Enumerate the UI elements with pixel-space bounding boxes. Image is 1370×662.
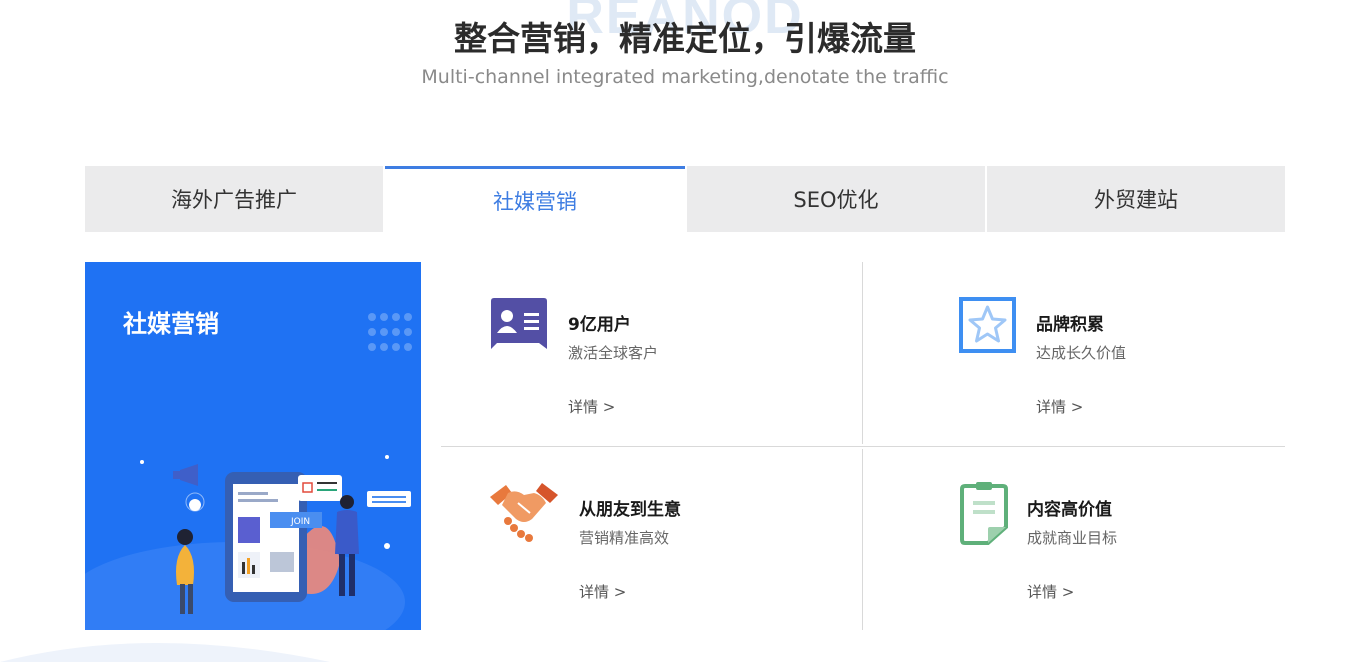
feature-details-link-content[interactable]: 详情 > bbox=[1027, 581, 1074, 602]
feature-title-brand: 品牌积累 bbox=[1036, 315, 1104, 335]
tab-overseas-ads[interactable]: 海外广告推广 bbox=[85, 166, 383, 232]
feature-title-content: 内容高价值 bbox=[1027, 500, 1112, 520]
social-media-illustration: JOIN bbox=[85, 455, 411, 630]
page-title: 整合营销，精准定位，引爆流量 bbox=[454, 19, 916, 58]
grid-divider-horizontal bbox=[441, 446, 1285, 447]
join-label: JOIN bbox=[290, 517, 310, 527]
feature-desc-content: 成就商业目标 bbox=[1027, 529, 1118, 547]
tab-website-building[interactable]: 外贸建站 bbox=[987, 166, 1285, 232]
feature-desc-friends: 营销精准高效 bbox=[579, 529, 670, 547]
star-icon bbox=[959, 297, 1016, 353]
feature-details-link-users[interactable]: 详情 > bbox=[568, 396, 615, 417]
tab-social-media-marketing[interactable]: 社媒营销 bbox=[385, 166, 685, 232]
feature-title-users: 9亿用户 bbox=[568, 315, 631, 335]
clipboard-icon bbox=[960, 482, 1008, 545]
tab-bar: 海外广告推广 社媒营销 SEO优化 外贸建站 bbox=[85, 166, 1285, 232]
feature-desc-brand: 达成长久价值 bbox=[1036, 344, 1127, 362]
hero-panel: 社媒营销 JOIN bbox=[85, 262, 421, 630]
feature-title-friends: 从朋友到生意 bbox=[579, 500, 681, 520]
feature-details-link-friends[interactable]: 详情 > bbox=[579, 581, 626, 602]
bottom-wave-decoration bbox=[0, 643, 330, 662]
grid-divider-vertical-top bbox=[862, 262, 863, 444]
handshake-icon bbox=[490, 483, 558, 542]
tab-seo[interactable]: SEO优化 bbox=[687, 166, 985, 232]
user-card-icon bbox=[491, 298, 547, 349]
grid-divider-vertical-bottom bbox=[862, 449, 863, 630]
page-subtitle: Multi-channel integrated marketing,denot… bbox=[421, 66, 949, 88]
feature-details-link-brand[interactable]: 详情 > bbox=[1036, 396, 1083, 417]
feature-desc-users: 激活全球客户 bbox=[568, 344, 659, 362]
